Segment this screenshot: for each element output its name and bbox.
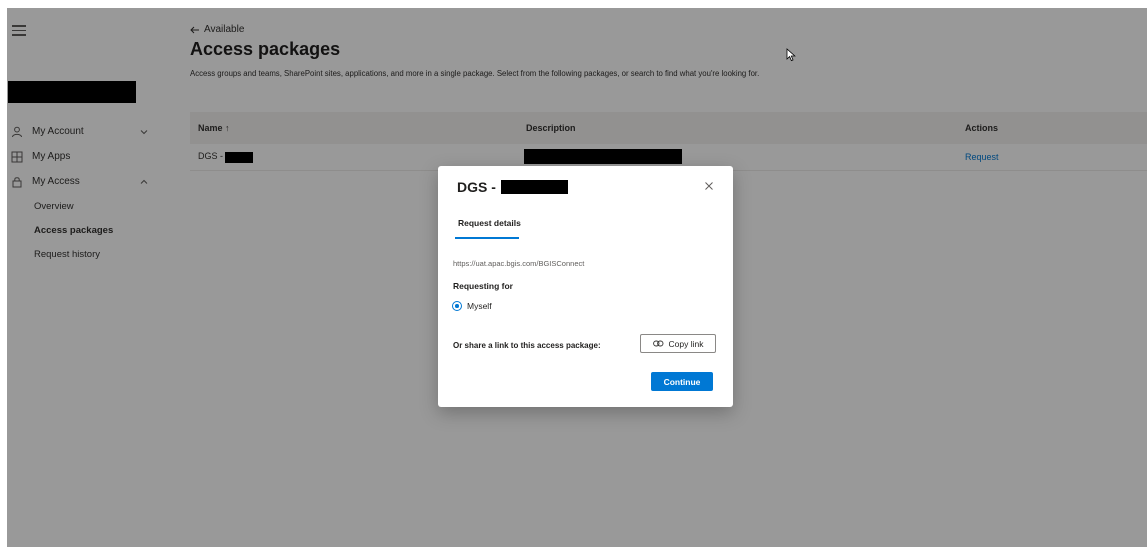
package-url: https://uat.apac.bgis.com/BGISConnect: [453, 259, 585, 268]
close-icon[interactable]: [704, 181, 714, 191]
copy-link-button[interactable]: Copy link: [640, 334, 716, 353]
link-icon: [652, 340, 663, 347]
request-dialog: DGS - Request details https://uat.apac.b…: [438, 166, 733, 407]
requesting-for-label: Requesting for: [453, 281, 513, 291]
tab-request-details[interactable]: Request details: [458, 218, 521, 228]
radio-selected-icon[interactable]: [452, 301, 462, 311]
copy-link-label: Copy link: [668, 338, 704, 349]
share-link-label: Or share a link to this access package:: [453, 341, 601, 350]
continue-button[interactable]: Continue: [651, 372, 713, 391]
dialog-title-prefix: DGS -: [457, 179, 496, 195]
mouse-cursor-icon: [786, 48, 796, 62]
dialog-title: DGS -: [457, 179, 568, 195]
tab-active-indicator: [455, 237, 519, 239]
radio-myself-label: Myself: [467, 301, 492, 311]
radio-myself[interactable]: Myself: [452, 301, 492, 311]
redacted-package-title: [500, 180, 568, 194]
